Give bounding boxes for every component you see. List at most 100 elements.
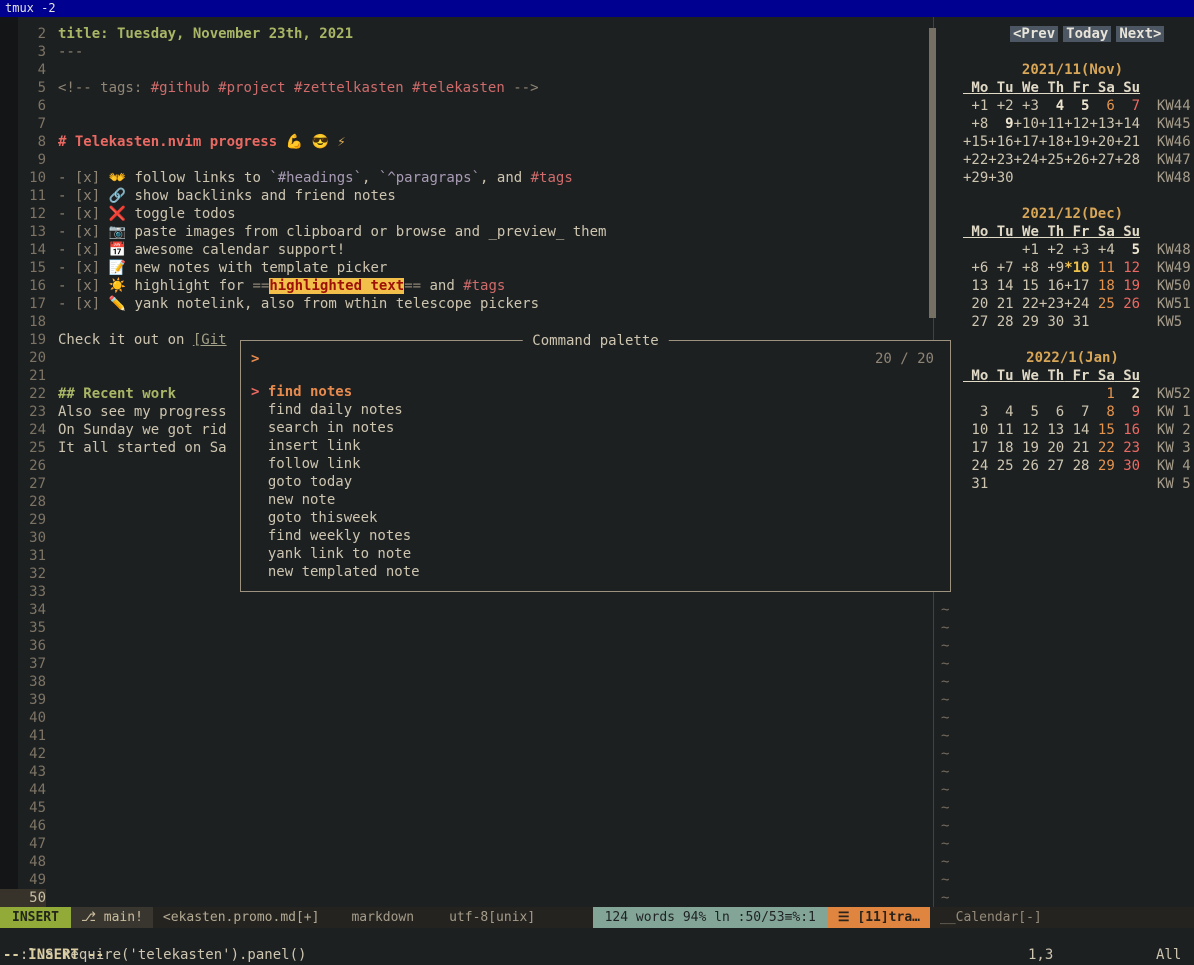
editor-line-8[interactable]: 8# Telekasten.nvim progress 💪 😎 ⚡ xyxy=(0,133,932,151)
editor-line-18[interactable]: 18 xyxy=(0,313,932,331)
calendar-day[interactable]: 12 xyxy=(1014,422,1039,438)
editor-line-5[interactable]: 5<!-- tags: #github #project #zettelkast… xyxy=(0,79,932,97)
calendar-day[interactable]: 29 xyxy=(1089,458,1114,474)
calendar-nav-prev-button[interactable]: <Prev xyxy=(1010,26,1058,42)
calendar-day[interactable]: 4 xyxy=(1039,98,1064,114)
calendar-day[interactable]: 15 xyxy=(1089,422,1114,438)
calendar-day[interactable]: +3 xyxy=(1064,242,1089,258)
calendar-day[interactable]: 15 xyxy=(1014,278,1039,294)
calendar-day[interactable]: 27 xyxy=(1039,458,1064,474)
editor-line-41[interactable]: 41 xyxy=(0,727,932,745)
calendar-day[interactable]: 9 xyxy=(988,116,1013,132)
calendar-day[interactable]: +17 xyxy=(1014,134,1039,150)
editor-line-49[interactable]: 49 xyxy=(0,871,932,889)
calendar-day[interactable]: 21 xyxy=(1064,440,1089,456)
calendar-day[interactable]: 18 xyxy=(988,440,1013,456)
editor-line-14[interactable]: 14- [x] 📅 awesome calendar support! xyxy=(0,241,932,259)
calendar-day[interactable]: 7 xyxy=(1064,404,1089,420)
editor-line-12[interactable]: 12- [x] ❌ toggle todos xyxy=(0,205,932,223)
editor-line-4[interactable]: 4 xyxy=(0,61,932,79)
calendar-day[interactable]: 13 xyxy=(1039,422,1064,438)
calendar-day[interactable]: +1 xyxy=(1014,242,1039,258)
calendar-day[interactable]: 16 xyxy=(1115,422,1140,438)
editor-line-9[interactable]: 9 xyxy=(0,151,932,169)
calendar-day[interactable]: 16 xyxy=(1039,278,1064,294)
calendar-day[interactable]: +22 xyxy=(963,152,988,168)
editor-line-35[interactable]: 35 xyxy=(0,619,932,637)
calendar-day[interactable]: +20 xyxy=(1089,134,1114,150)
calendar-day[interactable]: +29 xyxy=(963,170,988,186)
calendar-day[interactable]: 26 xyxy=(1115,296,1140,312)
calendar-day[interactable]: +9 xyxy=(1039,260,1064,276)
palette-item[interactable]: follow link xyxy=(241,455,950,473)
calendar-day[interactable]: 5 xyxy=(1064,98,1089,114)
calendar-day[interactable]: +25 xyxy=(1039,152,1064,168)
calendar-day[interactable]: 13 xyxy=(963,278,988,294)
calendar-day[interactable]: +28 xyxy=(1115,152,1140,168)
calendar-day[interactable]: +24 xyxy=(1064,296,1089,312)
palette-item[interactable]: find daily notes xyxy=(241,401,950,419)
calendar-day[interactable]: 5 xyxy=(1115,242,1140,258)
calendar-day[interactable]: +30 xyxy=(988,170,1013,186)
calendar-day[interactable]: 1 xyxy=(1089,386,1114,402)
calendar-day[interactable]: +12 xyxy=(1064,116,1089,132)
editor-line-43[interactable]: 43 xyxy=(0,763,932,781)
calendar-day[interactable]: +24 xyxy=(1014,152,1039,168)
calendar-day[interactable]: 14 xyxy=(1064,422,1089,438)
editor-line-47[interactable]: 47 xyxy=(0,835,932,853)
palette-item[interactable]: yank link to note xyxy=(241,545,950,563)
calendar-day[interactable]: 23 xyxy=(1115,440,1140,456)
editor-line-2[interactable]: 2title: Tuesday, November 23th, 2021 xyxy=(0,25,932,43)
calendar-day[interactable]: +7 xyxy=(988,260,1013,276)
calendar-day[interactable]: 11 xyxy=(1089,260,1114,276)
editor-line-34[interactable]: 34 xyxy=(0,601,932,619)
palette-prompt-input[interactable]: > 20 / 20 xyxy=(251,349,934,369)
calendar-day[interactable]: 17 xyxy=(963,440,988,456)
calendar-day[interactable]: +27 xyxy=(1089,152,1114,168)
palette-item[interactable]: search in notes xyxy=(241,419,950,437)
calendar-day[interactable]: 31 xyxy=(1064,314,1089,330)
calendar-day[interactable]: 2 xyxy=(1115,386,1140,402)
calendar-day[interactable]: +15 xyxy=(963,134,988,150)
editor-line-16[interactable]: 16- [x] ☀️ highlight for ==highlighted t… xyxy=(0,277,932,295)
calendar-day[interactable]: 12 xyxy=(1115,260,1140,276)
calendar-day[interactable]: 10 xyxy=(963,422,988,438)
calendar-day[interactable]: 31 xyxy=(963,476,988,492)
calendar-day[interactable]: 25 xyxy=(988,458,1013,474)
calendar-day[interactable]: +8 xyxy=(963,116,988,132)
calendar-day[interactable]: +13 xyxy=(1089,116,1114,132)
editor-line-10[interactable]: 10- [x] 👐 follow links to `#headings`, `… xyxy=(0,169,932,187)
editor-line-39[interactable]: 39 xyxy=(0,691,932,709)
calendar-day[interactable]: 28 xyxy=(988,314,1013,330)
calendar-day[interactable]: +19 xyxy=(1064,134,1089,150)
editor-line-15[interactable]: 15- [x] 📝 new notes with template picker xyxy=(0,259,932,277)
calendar-day[interactable]: 19 xyxy=(1115,278,1140,294)
calendar-day[interactable]: 30 xyxy=(1115,458,1140,474)
calendar-day[interactable]: 8 xyxy=(1089,404,1114,420)
calendar-day[interactable]: 18 xyxy=(1089,278,1114,294)
calendar-day[interactable]: 6 xyxy=(1089,98,1114,114)
editor-line-46[interactable]: 46 xyxy=(0,817,932,835)
calendar-day[interactable]: 27 xyxy=(963,314,988,330)
palette-item[interactable]: goto thisweek xyxy=(241,509,950,527)
calendar-day[interactable]: +21 xyxy=(1115,134,1140,150)
calendar-day[interactable]: 24 xyxy=(963,458,988,474)
palette-item[interactable]: > find notes xyxy=(241,383,950,401)
editor-line-6[interactable]: 6 xyxy=(0,97,932,115)
editor-line-17[interactable]: 17- [x] ✏️ yank notelink, also from wthi… xyxy=(0,295,932,313)
calendar-day[interactable]: 26 xyxy=(1014,458,1039,474)
palette-item[interactable]: insert link xyxy=(241,437,950,455)
calendar-day[interactable]: 6 xyxy=(1039,404,1064,420)
editor-line-7[interactable]: 7 xyxy=(0,115,932,133)
command-line[interactable]: :lua require('telekasten').panel() xyxy=(0,928,1194,946)
palette-item[interactable]: goto today xyxy=(241,473,950,491)
calendar-day[interactable]: +2 xyxy=(1039,242,1064,258)
calendar-day[interactable]: 22 xyxy=(1014,296,1039,312)
calendar-day[interactable]: +10 xyxy=(1014,116,1039,132)
calendar-day[interactable]: 11 xyxy=(988,422,1013,438)
calendar-nav-next-button[interactable]: Next> xyxy=(1116,26,1164,42)
calendar-day[interactable]: +4 xyxy=(1089,242,1114,258)
calendar-day[interactable]: *10 xyxy=(1064,260,1089,276)
editor-line-45[interactable]: 45 xyxy=(0,799,932,817)
buffer-indicator[interactable]: ☰ [11]tra… xyxy=(828,907,930,928)
